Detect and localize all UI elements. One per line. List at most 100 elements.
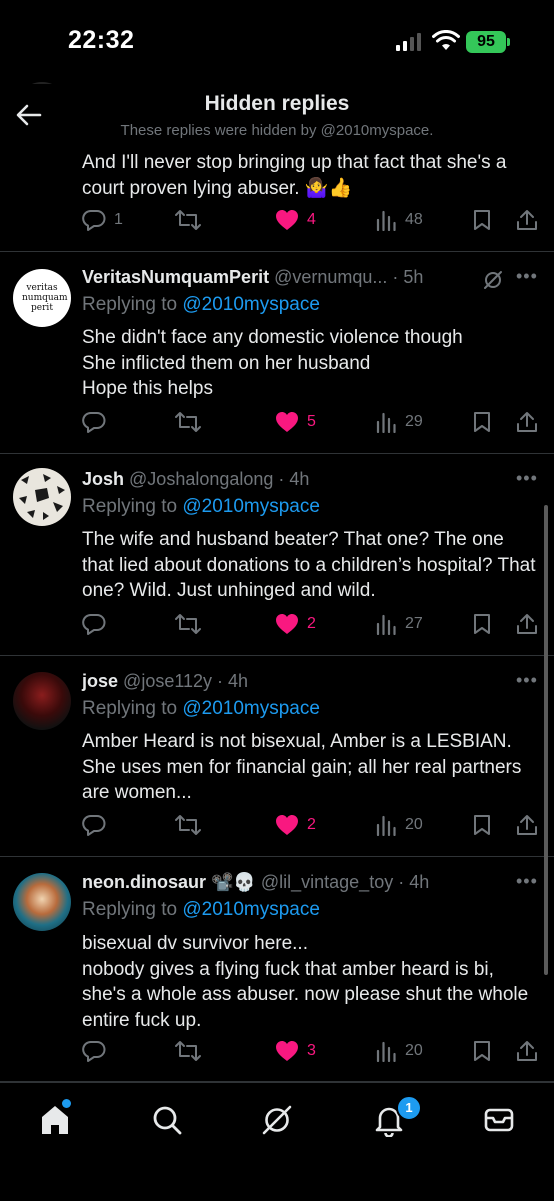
retweet-button[interactable] <box>174 209 210 231</box>
share-button[interactable] <box>516 1040 538 1062</box>
reply-button[interactable] <box>82 814 114 836</box>
retweet-button[interactable] <box>174 814 210 836</box>
view-count: 27 <box>405 615 423 632</box>
views-button[interactable]: 20 <box>375 814 423 836</box>
heart-filled-icon <box>276 210 298 230</box>
bookmark-button[interactable] <box>472 1040 492 1062</box>
tweet-text: bisexual dv survivor here... nobody give… <box>82 933 529 1031</box>
avatar-pattern <box>19 474 65 520</box>
display-name[interactable]: Josh <box>82 469 124 489</box>
handle-time[interactable]: @lil_vintage_toy · 4h <box>261 872 429 892</box>
grok-icon[interactable] <box>482 269 504 291</box>
like-button[interactable]: 5 <box>275 411 316 433</box>
wifi-icon <box>432 30 460 50</box>
mention-link[interactable]: @2010myspace <box>182 698 320 719</box>
replying-to: Replying to @2010myspace <box>82 294 320 316</box>
like-count: 2 <box>307 816 316 833</box>
like-button[interactable]: 2 <box>275 814 316 836</box>
views-icon <box>376 412 396 433</box>
views-button[interactable]: 27 <box>375 613 423 635</box>
display-name[interactable]: VeritasNumquamPerit <box>82 267 269 287</box>
avatar[interactable] <box>13 672 71 730</box>
tweet-meta: neon.dinosaur 📽️💀 @lil_vintage_toy · 4h <box>82 872 429 893</box>
tweet-text: Amber Heard is not bisexual, Amber is a … <box>82 731 522 803</box>
views-button[interactable]: 29 <box>375 411 423 433</box>
scrollbar[interactable] <box>544 505 548 975</box>
clock: 22:32 <box>68 26 135 54</box>
bookmark-button[interactable] <box>472 209 492 231</box>
bookmark-button[interactable] <box>472 613 492 635</box>
more-options-icon[interactable]: ••• <box>516 266 538 287</box>
replying-to: Replying to @2010myspace <box>82 496 320 518</box>
views-button[interactable]: 20 <box>375 1040 423 1062</box>
bookmark-icon <box>474 1041 490 1061</box>
share-button[interactable] <box>516 814 538 836</box>
bookmark-icon <box>474 210 490 230</box>
handle-time[interactable]: @Joshalongalong · 4h <box>129 469 309 489</box>
share-button[interactable] <box>516 613 538 635</box>
reply-button[interactable] <box>82 1040 114 1062</box>
heart-filled-icon <box>276 1041 298 1061</box>
reply-button[interactable] <box>82 411 114 433</box>
grok-icon[interactable] <box>260 1103 294 1137</box>
page-header: Hidden replies These replies were hidden… <box>0 84 554 150</box>
views-icon <box>376 614 396 635</box>
display-name[interactable]: jose <box>82 671 118 691</box>
reply-icon <box>82 209 106 231</box>
tweet-actions: 3 20 <box>82 1040 542 1064</box>
avatar[interactable] <box>13 468 71 526</box>
bookmark-button[interactable] <box>472 814 492 836</box>
reply-icon <box>82 1040 106 1062</box>
reply-button[interactable] <box>82 613 114 635</box>
reply-button[interactable]: 1 <box>82 209 123 231</box>
like-count: 2 <box>307 615 316 632</box>
tweet[interactable]: neon.dinosaur 📽️💀 @lil_vintage_toy · 4h … <box>0 857 554 1082</box>
tweet-text: And I'll never stop bringing up that fac… <box>82 152 507 199</box>
tweet[interactable]: jose @jose112y · 4h ••• Replying to @201… <box>0 656 554 857</box>
bookmark-icon <box>474 815 490 835</box>
avatar-logo-text: veritas numquam perit <box>22 283 68 313</box>
replying-prefix: Replying to <box>82 698 183 719</box>
replying-prefix: Replying to <box>82 899 183 920</box>
mention-link[interactable]: @2010myspace <box>182 496 320 517</box>
view-count: 20 <box>405 1042 423 1059</box>
reply-icon <box>82 613 106 635</box>
bottom-tab-bar: 1 <box>0 1082 554 1201</box>
view-count: 48 <box>405 211 423 228</box>
home-icon[interactable] <box>38 1103 72 1137</box>
more-options-icon[interactable]: ••• <box>516 468 538 489</box>
tweet[interactable]: Josh @Joshalongalong · 4h ••• Replying t… <box>0 454 554 656</box>
like-button[interactable]: 3 <box>275 1040 316 1062</box>
cellular-signal-icon <box>396 33 421 51</box>
mention-link[interactable]: @2010myspace <box>182 899 320 920</box>
retweet-button[interactable] <box>174 411 210 433</box>
retweet-button[interactable] <box>174 1040 210 1062</box>
avatar[interactable]: veritas numquam perit <box>13 269 71 327</box>
retweet-button[interactable] <box>174 613 210 635</box>
like-button[interactable]: 2 <box>275 613 316 635</box>
heart-filled-icon <box>276 815 298 835</box>
mention-link[interactable]: @2010myspace <box>182 294 320 315</box>
like-count: 5 <box>307 413 316 430</box>
tweet[interactable]: veritas numquam perit VeritasNumquamPeri… <box>0 252 554 454</box>
more-options-icon[interactable]: ••• <box>516 670 538 691</box>
messages-icon[interactable] <box>482 1103 516 1137</box>
tweet-actions: 5 29 <box>82 411 542 435</box>
search-icon[interactable] <box>150 1103 184 1137</box>
retweet-icon <box>175 210 201 230</box>
share-button[interactable] <box>516 411 538 433</box>
share-button[interactable] <box>516 209 538 231</box>
like-count: 3 <box>307 1042 316 1059</box>
handle-time[interactable]: @vernumqu... · 5h <box>274 267 423 287</box>
more-options-icon[interactable]: ••• <box>516 871 538 892</box>
bookmark-button[interactable] <box>472 411 492 433</box>
view-count: 20 <box>405 816 423 833</box>
handle-time[interactable]: @jose112y · 4h <box>123 671 248 691</box>
share-icon <box>517 412 537 432</box>
views-button[interactable]: 48 <box>375 209 423 231</box>
share-icon <box>517 1041 537 1061</box>
tweet-meta: VeritasNumquamPerit @vernumqu... · 5h <box>82 267 423 288</box>
display-name[interactable]: neon.dinosaur 📽️💀 <box>82 872 256 892</box>
like-button[interactable]: 4 <box>275 209 316 231</box>
avatar[interactable] <box>13 873 71 931</box>
